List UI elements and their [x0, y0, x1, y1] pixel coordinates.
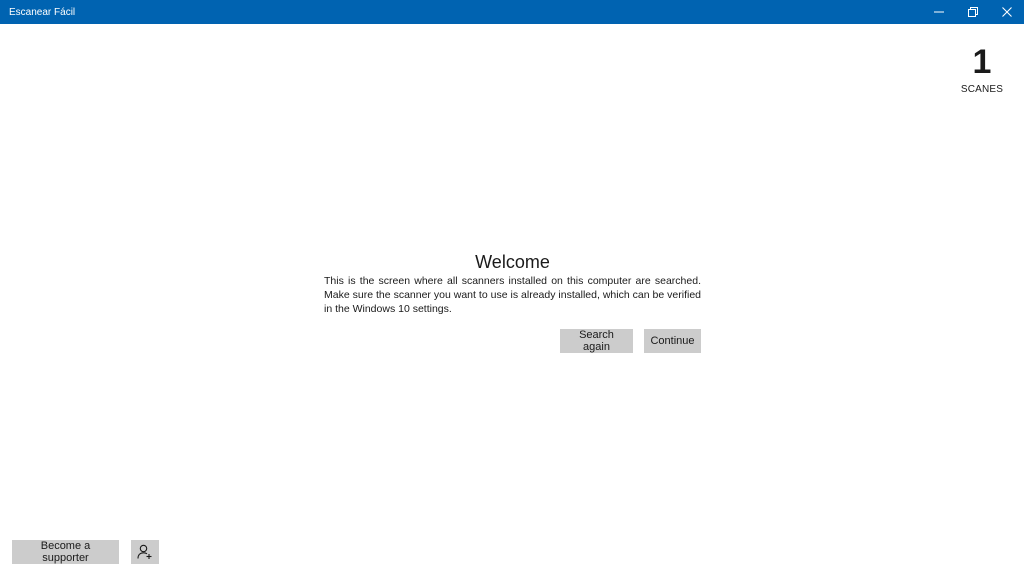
restore-button[interactable]: [956, 0, 990, 24]
add-person-icon: [137, 544, 152, 559]
scan-count-label: SCANES: [960, 84, 1004, 95]
welcome-message: This is the screen where all scanners in…: [324, 275, 701, 315]
title-bar: Escanear Fácil: [0, 0, 1024, 24]
scan-count: 1: [972, 43, 992, 81]
account-button[interactable]: [131, 540, 159, 564]
become-supporter-button[interactable]: Become a supporter: [12, 540, 119, 564]
search-again-button[interactable]: Search again: [560, 329, 633, 353]
minimize-icon: [934, 11, 944, 13]
welcome-title: Welcome: [475, 252, 550, 272]
welcome-actions: Search again Continue: [324, 329, 701, 353]
restore-icon: [968, 7, 978, 17]
close-button[interactable]: [990, 0, 1024, 24]
continue-button[interactable]: Continue: [644, 329, 701, 353]
minimize-button[interactable]: [922, 0, 956, 24]
footer-bar: Become a supporter: [12, 540, 159, 564]
scan-counter: 1 SCANES: [952, 42, 1012, 95]
window-title: Escanear Fácil: [9, 6, 76, 18]
close-icon: [1002, 7, 1012, 17]
welcome-panel: Welcome This is the screen where all sca…: [324, 252, 701, 353]
